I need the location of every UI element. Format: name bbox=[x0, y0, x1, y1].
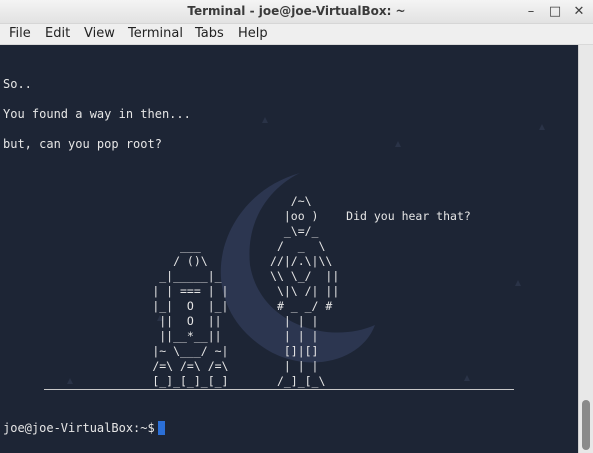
ascii-art-row: |~ \___/ ~| []|[] bbox=[0, 344, 319, 358]
ascii-art-row: [_]_[_]_[_] /_]_[_\ bbox=[0, 374, 326, 388]
menu-edit[interactable]: Edit bbox=[44, 26, 71, 41]
minimize-icon[interactable]: – bbox=[523, 4, 539, 20]
menu-tabs[interactable]: Tabs bbox=[194, 26, 225, 41]
menu-terminal[interactable]: Terminal bbox=[127, 26, 184, 41]
menu-view[interactable]: View bbox=[83, 26, 116, 41]
ascii-art-row: |oo ) Did you hear that? bbox=[0, 209, 471, 223]
close-icon[interactable]: ✕ bbox=[571, 4, 587, 20]
ascii-art-row: /=\ /=\ /=\ | | | bbox=[0, 359, 319, 373]
scrollbar-thumb[interactable] bbox=[582, 400, 590, 450]
terminal-line: So.. bbox=[3, 77, 32, 91]
ascii-art-row: |_| O |_| # _ _/ # bbox=[0, 299, 333, 313]
prompt-text: joe@joe-VirtualBox:~$ bbox=[3, 421, 155, 435]
ascii-art-row: _\=/_ bbox=[0, 224, 319, 238]
ascii-art-row: ___ / _ \ bbox=[0, 239, 326, 253]
terminal-line: but, can you pop root? bbox=[3, 137, 162, 151]
ascii-art-row: ||__*__|| | | | bbox=[0, 329, 319, 343]
terminal-line: You found a way in then... bbox=[3, 107, 191, 121]
terminal-area[interactable]: So.. You found a way in then... but, can… bbox=[0, 45, 578, 453]
ascii-ground-line bbox=[44, 389, 514, 390]
ascii-art-droids: /~\ |oo ) Did you hear that? _\=/_ ___ /… bbox=[0, 194, 471, 398]
maximize-icon[interactable]: □ bbox=[547, 4, 563, 20]
ascii-art-row: / ()\ //|/.\|\\ bbox=[0, 254, 333, 268]
shell-prompt[interactable]: joe@joe-VirtualBox:~$ bbox=[3, 421, 165, 435]
menu-bar: File Edit View Terminal Tabs Help bbox=[0, 24, 593, 45]
menu-help[interactable]: Help bbox=[237, 26, 269, 41]
title-bar[interactable]: Terminal - joe@joe-VirtualBox: ~ – □ ✕ bbox=[0, 0, 593, 24]
ascii-art-row: | | === | | \|\ /| || bbox=[0, 284, 340, 298]
ascii-art-row: _|_____|_ \\ \_/ || bbox=[0, 269, 340, 283]
terminal-window: Terminal - joe@joe-VirtualBox: ~ – □ ✕ F… bbox=[0, 0, 593, 453]
window-title: Terminal - joe@joe-VirtualBox: ~ bbox=[187, 4, 406, 18]
ascii-art-row: /~\ bbox=[0, 194, 312, 208]
vertical-scrollbar[interactable] bbox=[578, 45, 593, 453]
text-cursor bbox=[157, 421, 165, 435]
ascii-art-row: || O || | | | bbox=[0, 314, 319, 328]
menu-file[interactable]: File bbox=[8, 26, 32, 41]
